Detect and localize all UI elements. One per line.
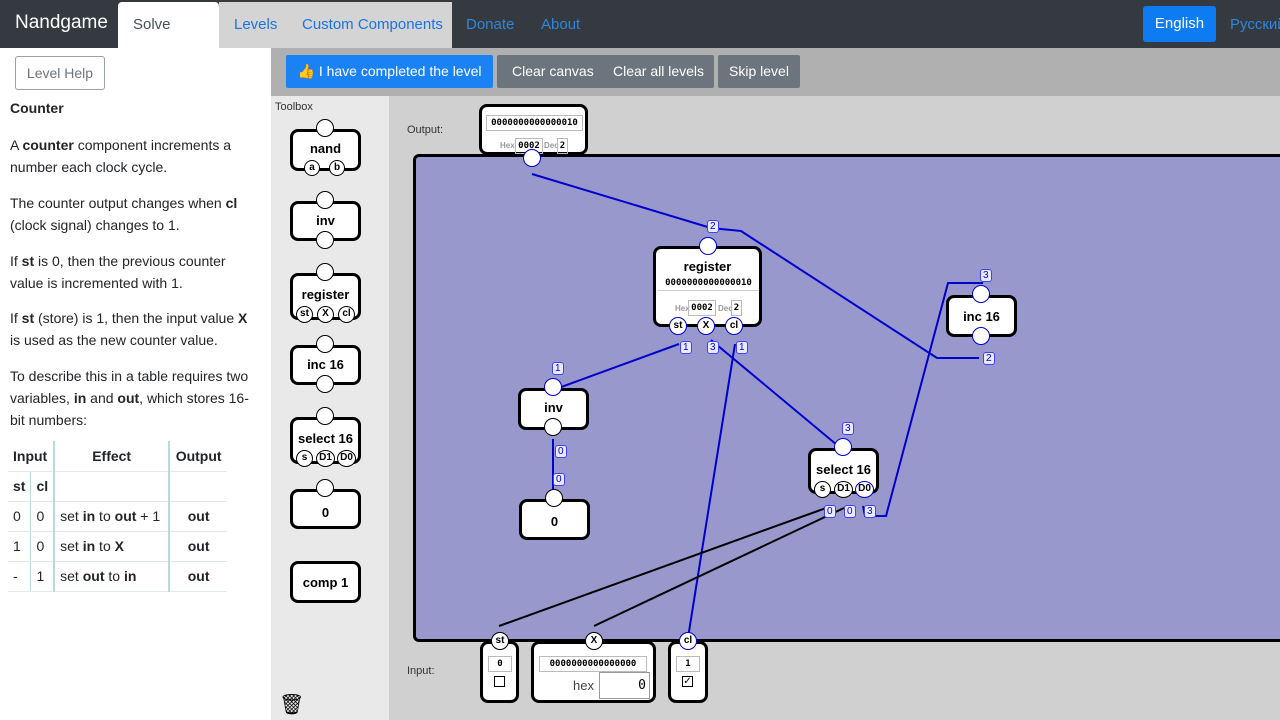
wire-cl-to-register	[686, 343, 736, 645]
donate-link[interactable]: Donate	[466, 16, 514, 33]
toolbox: Toolbox nand a b inv register st X cl in…	[271, 96, 389, 720]
register-dec: 2	[731, 300, 742, 316]
toolbox-zero[interactable]: 0	[290, 479, 361, 529]
wire-value-label: 2	[983, 352, 995, 365]
toolbox-select16[interactable]: select 16 s D1 D0	[290, 407, 361, 467]
input-cl-value: 1	[676, 656, 700, 672]
wire-value-label: 3	[707, 341, 719, 354]
inc16-component[interactable]: inc 16	[946, 285, 1017, 345]
about-link[interactable]: About	[541, 16, 580, 33]
tab-group: Levels Custom Components	[219, 2, 452, 48]
help-paragraph-1: A counter component increments a number …	[10, 137, 232, 175]
circuit-canvas[interactable]: Output: Input: 0000000000000010 Hex 0002…	[389, 96, 1280, 720]
wire-value-label: 0	[824, 505, 836, 518]
th-input: Input	[8, 441, 56, 472]
wire-x-to-select-d1	[593, 507, 845, 627]
level-help-button[interactable]: Level Help	[15, 56, 105, 90]
output-node[interactable]: 0000000000000010 Hex 0002 Dec 2	[479, 104, 588, 167]
tab-custom-components[interactable]: Custom Components	[302, 2, 443, 48]
level-help-panel: Level Help Counter A counter component i…	[0, 48, 271, 720]
th-output: Output	[169, 441, 228, 472]
help-paragraph-4: If st (store) is 1, then the input value…	[10, 310, 248, 348]
th-st: st	[8, 471, 32, 502]
input-x-binary: 0000000000000000	[539, 656, 647, 672]
wire-value-label: 0	[555, 445, 567, 458]
clear-canvas-button[interactable]: Clear canvas	[512, 55, 594, 88]
th-effect: Effect	[54, 441, 171, 472]
select16-component[interactable]: select 16 s D1 D0	[808, 438, 879, 498]
toolbox-nand[interactable]: nand a b	[290, 119, 361, 176]
wire-value-label: 3	[864, 505, 876, 518]
toolbox-inv[interactable]: inv	[290, 191, 361, 249]
toolbox-inc16[interactable]: inc 16	[290, 335, 361, 393]
toolbox-register[interactable]: register st X cl	[290, 263, 361, 323]
wire-value-label: 1	[736, 341, 748, 354]
lang-russian-link[interactable]: Русский	[1230, 16, 1280, 33]
th-cl: cl	[30, 471, 56, 502]
wire-value-label: 0	[553, 473, 565, 486]
output-binary: 0000000000000010	[486, 115, 583, 131]
register-component[interactable]: register 0000000000000010 Hex 0002 Dec 2…	[653, 237, 762, 335]
help-paragraph-3: If st is 0, then the previous counter va…	[10, 253, 226, 291]
register-binary: 0000000000000010	[658, 276, 759, 291]
complete-level-button[interactable]: 👍 I have completed the level	[286, 55, 493, 88]
tab-levels[interactable]: Levels	[234, 2, 277, 48]
help-paragraph-5: To describe this in a table requires two…	[10, 368, 249, 428]
input-cl-checkbox[interactable]: ✓	[682, 676, 693, 687]
action-toolbar: 👍 I have completed the level Clear canva…	[271, 48, 1280, 96]
thumbs-up-icon: 👍	[297, 63, 315, 79]
wire-value-label: 1	[552, 362, 564, 375]
navbar: Nandgame Solve Level Levels Custom Compo…	[0, 0, 1280, 79]
brand-logo[interactable]: Nandgame	[15, 12, 108, 34]
input-st-checkbox[interactable]	[494, 676, 505, 687]
skip-level-button[interactable]: Skip level	[718, 55, 800, 88]
table-row: 1 0 set in to X out	[8, 531, 228, 562]
register-hex: 0002	[688, 300, 716, 316]
wire-value-label: 1	[680, 341, 692, 354]
clear-button-group: Clear canvas Clear all levels	[497, 55, 714, 88]
wire-value-label: 3	[842, 422, 854, 435]
zero-constant[interactable]: 0	[519, 489, 590, 540]
input-x-hex-field[interactable]: 0	[599, 672, 650, 699]
level-title: Counter	[10, 100, 64, 116]
table-row: - 1 set out to in out	[8, 561, 228, 592]
input-st-value: 0	[488, 656, 512, 672]
wire-register-x-to-select	[710, 339, 844, 451]
input-st-node[interactable]: st 0	[480, 632, 519, 703]
wire-inv-to-register-st	[552, 343, 680, 391]
wire-value-label: 2	[707, 220, 719, 233]
wire-value-label: 0	[844, 505, 856, 518]
output-dec: 2	[557, 138, 568, 154]
lang-english-button[interactable]: English	[1143, 6, 1216, 42]
help-paragraph-2: The counter output changes when cl (cloc…	[10, 195, 238, 233]
toolbox-label: Toolbox	[275, 101, 313, 113]
wire-value-label: 3	[980, 269, 992, 282]
tab-solve-level[interactable]: Solve Level	[118, 2, 219, 79]
table-row: 0 0 set in to out + 1 out	[8, 501, 228, 532]
input-cl-node[interactable]: cl 1 ✓	[668, 632, 708, 703]
clear-all-levels-button[interactable]: Clear all levels	[613, 55, 704, 88]
inv-component[interactable]: inv	[518, 378, 589, 436]
truth-table: Input Effect Output st cl 0 0 set in to …	[8, 441, 228, 592]
toolbox-comp1[interactable]: comp 1	[290, 561, 361, 603]
trash-icon[interactable]: 🗑	[279, 692, 304, 717]
input-x-node[interactable]: X 0000000000000000 hex 0	[531, 632, 656, 703]
